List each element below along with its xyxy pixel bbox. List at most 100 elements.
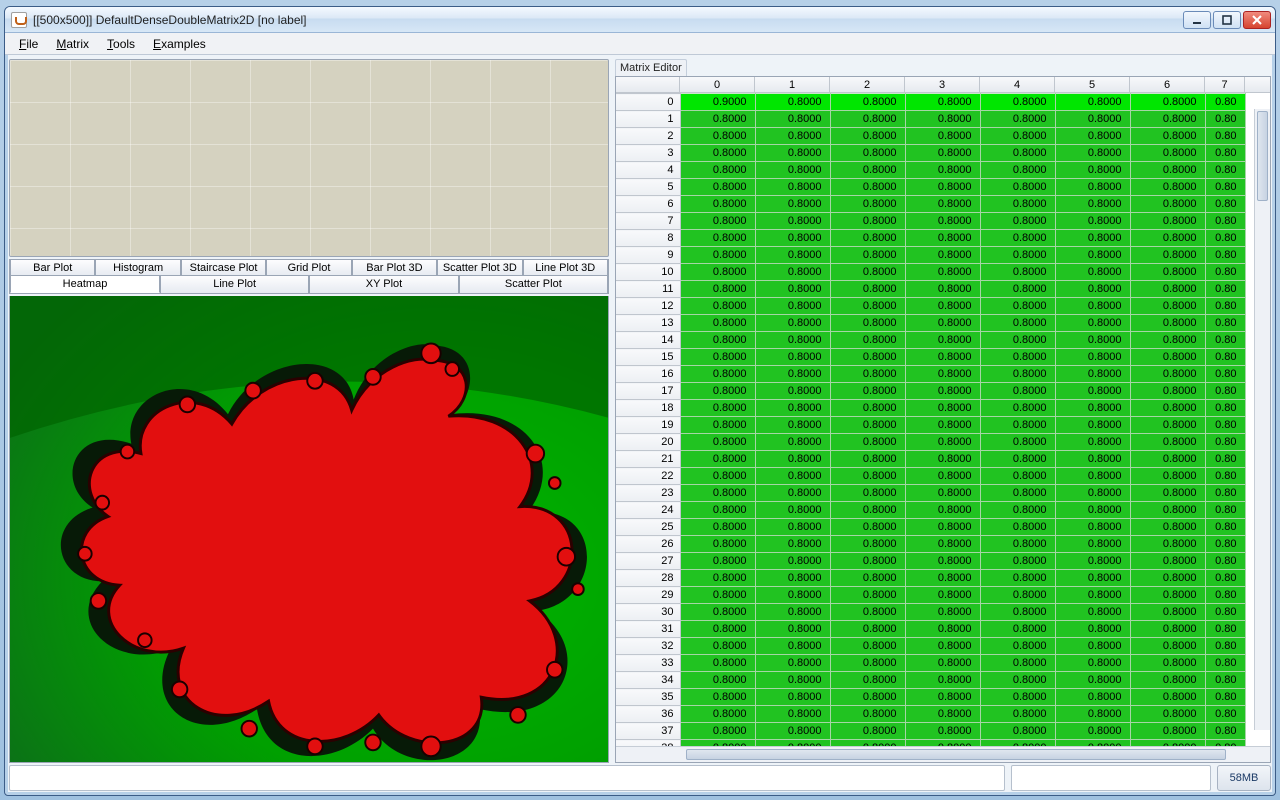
- cell[interactable]: 0.8000: [1130, 111, 1205, 128]
- cell[interactable]: 0.8000: [1055, 213, 1130, 230]
- cell[interactable]: 0.8000: [905, 723, 980, 740]
- cell[interactable]: 0.80: [1205, 230, 1245, 247]
- titlebar[interactable]: [[500x500]] DefaultDenseDoubleMatrix2D […: [5, 7, 1275, 33]
- cell[interactable]: 0.8000: [680, 638, 755, 655]
- cell[interactable]: 0.8000: [905, 400, 980, 417]
- cell[interactable]: 0.8000: [1055, 604, 1130, 621]
- cell[interactable]: 0.80: [1205, 587, 1245, 604]
- cell[interactable]: 0.8000: [1130, 247, 1205, 264]
- cell[interactable]: 0.8000: [1055, 434, 1130, 451]
- cell[interactable]: 0.80: [1205, 281, 1245, 298]
- cell[interactable]: 0.8000: [1130, 519, 1205, 536]
- cell[interactable]: 0.8000: [1130, 485, 1205, 502]
- cell[interactable]: 0.8000: [905, 383, 980, 400]
- cell[interactable]: 0.8000: [830, 145, 905, 162]
- cell[interactable]: 0.8000: [1055, 621, 1130, 638]
- cell[interactable]: 0.8000: [980, 655, 1055, 672]
- row-header[interactable]: 6: [616, 196, 680, 213]
- menu-examples[interactable]: Examples: [145, 35, 214, 53]
- cell[interactable]: 0.8000: [1055, 723, 1130, 740]
- row-header[interactable]: 7: [616, 213, 680, 230]
- cell[interactable]: 0.8000: [905, 655, 980, 672]
- row-header[interactable]: 35: [616, 689, 680, 706]
- cell[interactable]: 0.8000: [980, 400, 1055, 417]
- cell[interactable]: 0.8000: [830, 349, 905, 366]
- vertical-scrollbar[interactable]: [1254, 109, 1270, 730]
- cell[interactable]: 0.8000: [1055, 179, 1130, 196]
- cell[interactable]: 0.8000: [980, 570, 1055, 587]
- cell[interactable]: 0.8000: [755, 315, 830, 332]
- cell[interactable]: 0.8000: [980, 196, 1055, 213]
- cell[interactable]: 0.80: [1205, 196, 1245, 213]
- cell[interactable]: 0.8000: [1055, 400, 1130, 417]
- tab-grid-plot[interactable]: Grid Plot: [266, 259, 351, 276]
- cell[interactable]: 0.8000: [680, 315, 755, 332]
- cell[interactable]: 0.8000: [755, 638, 830, 655]
- row-header[interactable]: 18: [616, 400, 680, 417]
- cell[interactable]: 0.80: [1205, 349, 1245, 366]
- cell[interactable]: 0.8000: [830, 400, 905, 417]
- cell[interactable]: 0.8000: [1130, 128, 1205, 145]
- cell[interactable]: 0.8000: [680, 570, 755, 587]
- cell[interactable]: 0.8000: [905, 128, 980, 145]
- row-header[interactable]: 10: [616, 264, 680, 281]
- cell[interactable]: 0.8000: [980, 145, 1055, 162]
- column-header[interactable]: 5: [1055, 77, 1130, 92]
- cell[interactable]: 0.8000: [680, 383, 755, 400]
- cell[interactable]: 0.8000: [680, 298, 755, 315]
- cell[interactable]: 0.8000: [680, 196, 755, 213]
- cell[interactable]: 0.8000: [830, 553, 905, 570]
- cell[interactable]: 0.8000: [830, 366, 905, 383]
- cell[interactable]: 0.8000: [755, 417, 830, 434]
- cell[interactable]: 0.8000: [1130, 638, 1205, 655]
- row-header[interactable]: 11: [616, 281, 680, 298]
- cell[interactable]: 0.8000: [830, 570, 905, 587]
- cell[interactable]: 0.8000: [1055, 553, 1130, 570]
- cell[interactable]: 0.8000: [1130, 570, 1205, 587]
- cell[interactable]: 0.80: [1205, 128, 1245, 145]
- cell[interactable]: 0.8000: [1130, 145, 1205, 162]
- cell[interactable]: 0.8000: [1055, 366, 1130, 383]
- cell[interactable]: 0.8000: [1055, 281, 1130, 298]
- cell[interactable]: 0.8000: [755, 349, 830, 366]
- cell[interactable]: 0.8000: [830, 655, 905, 672]
- cell[interactable]: 0.8000: [905, 162, 980, 179]
- cell[interactable]: 0.8000: [980, 383, 1055, 400]
- column-header[interactable]: 0: [680, 77, 755, 92]
- cell[interactable]: 0.8000: [680, 400, 755, 417]
- cell[interactable]: 0.8000: [905, 145, 980, 162]
- cell[interactable]: 0.8000: [680, 247, 755, 264]
- column-header[interactable]: 3: [905, 77, 980, 92]
- cell[interactable]: 0.8000: [680, 519, 755, 536]
- cell[interactable]: 0.8000: [980, 298, 1055, 315]
- cell[interactable]: 0.8000: [680, 536, 755, 553]
- matrix-grid[interactable]: 01234567 00.90000.80000.80000.80000.8000…: [615, 76, 1271, 763]
- cell[interactable]: 0.8000: [905, 366, 980, 383]
- cell[interactable]: 0.8000: [1130, 315, 1205, 332]
- cell[interactable]: 0.8000: [755, 519, 830, 536]
- cell[interactable]: 0.8000: [830, 179, 905, 196]
- cell[interactable]: 0.80: [1205, 298, 1245, 315]
- cell[interactable]: 0.8000: [980, 315, 1055, 332]
- cell[interactable]: 0.8000: [755, 383, 830, 400]
- cell[interactable]: 0.80: [1205, 706, 1245, 723]
- tab-scatter-plot-3d[interactable]: Scatter Plot 3D: [437, 259, 522, 276]
- cell[interactable]: 0.80: [1205, 451, 1245, 468]
- cell[interactable]: 0.8000: [680, 349, 755, 366]
- cell[interactable]: 0.8000: [680, 451, 755, 468]
- cell[interactable]: 0.8000: [830, 706, 905, 723]
- cell[interactable]: 0.8000: [755, 281, 830, 298]
- cell[interactable]: 0.80: [1205, 94, 1245, 111]
- cell[interactable]: 0.8000: [1130, 281, 1205, 298]
- horizontal-scrollbar[interactable]: [616, 746, 1270, 762]
- cell[interactable]: 0.8000: [755, 468, 830, 485]
- cell[interactable]: 0.8000: [680, 502, 755, 519]
- cell[interactable]: 0.8000: [980, 638, 1055, 655]
- row-header[interactable]: 30: [616, 604, 680, 621]
- cell[interactable]: 0.80: [1205, 145, 1245, 162]
- cell[interactable]: 0.80: [1205, 519, 1245, 536]
- upper-plot-panel[interactable]: [9, 59, 609, 257]
- cell[interactable]: 0.80: [1205, 332, 1245, 349]
- cell[interactable]: 0.8000: [980, 604, 1055, 621]
- cell[interactable]: 0.8000: [980, 230, 1055, 247]
